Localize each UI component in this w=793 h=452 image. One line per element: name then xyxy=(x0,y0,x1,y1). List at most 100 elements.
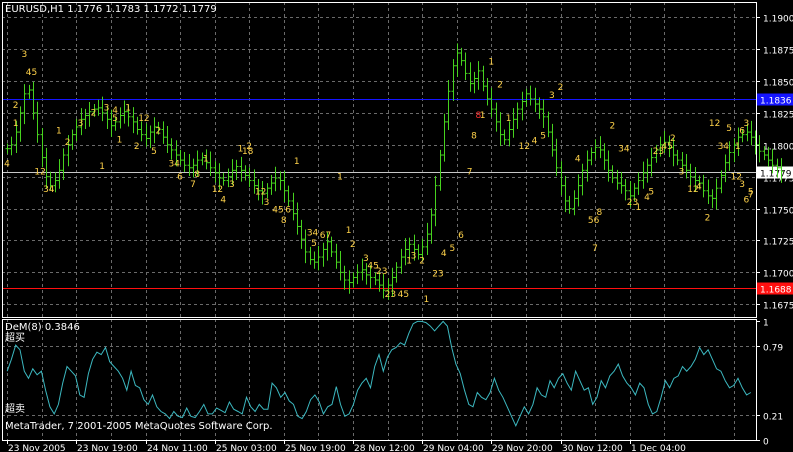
wave-label: 18 xyxy=(242,147,254,157)
wave-label: 3 xyxy=(411,252,417,262)
x-tick-label: 23 Nov 19:00 xyxy=(77,444,138,452)
y-tick-label: 1.1900 xyxy=(763,15,793,25)
x-tick-label: 25 Nov 19:00 xyxy=(285,444,346,452)
wave-label: 45 xyxy=(398,290,409,300)
wave-label: 12 xyxy=(34,167,45,177)
y-tick-label: 1.1700 xyxy=(763,270,793,280)
wave-label: 5 xyxy=(151,147,157,157)
y-tick-label: 1.1850 xyxy=(763,79,793,89)
x-tick-label: 23 Nov 2005 xyxy=(8,444,66,452)
wave-label: 2 xyxy=(419,257,425,267)
blue-level-label: 1.1836 xyxy=(760,97,792,107)
wave-label: 1 xyxy=(294,157,300,167)
x-tick-label: 30 Nov 12:00 xyxy=(562,444,623,452)
background xyxy=(0,0,793,452)
wave-label: 1 xyxy=(506,114,512,124)
wave-label: 12 xyxy=(212,185,223,195)
wave-label: 1 xyxy=(13,119,19,129)
indicator-y-tick-label: 0.79 xyxy=(763,344,783,354)
wave-label: 7 xyxy=(592,244,598,254)
wave-label: 8 xyxy=(597,208,603,218)
wave-label: 2 xyxy=(497,81,503,91)
wave-label: 34 xyxy=(718,142,730,152)
wave-label: 23 xyxy=(376,267,387,277)
wave-label: 23 xyxy=(385,290,396,300)
wave-label: 12 xyxy=(138,114,149,124)
wave-label: 4 xyxy=(441,249,447,259)
wave-label: 2 xyxy=(155,127,161,137)
wave-label: 4 xyxy=(696,183,702,193)
indicator-y-tick-label: 0 xyxy=(763,438,769,448)
wave-label: 5 xyxy=(726,124,732,134)
wave-label: 3 xyxy=(104,104,110,114)
wave-label: 3 xyxy=(744,119,750,129)
indicator-y-tick-label: 1 xyxy=(763,319,769,329)
wave-label: 5 xyxy=(540,132,546,142)
wave-label: 1 xyxy=(346,226,352,236)
wave-label: 1 xyxy=(635,203,641,213)
wave-label: 7 xyxy=(748,190,754,200)
wave-label: 5 xyxy=(648,188,654,198)
wave-label: 4 xyxy=(532,137,538,147)
x-tick-label: 29 Nov 04:00 xyxy=(423,444,484,452)
y-tick-label: 1.1800 xyxy=(763,143,793,153)
wave-label: 12 xyxy=(709,119,720,129)
wave-label: 3 xyxy=(264,198,270,208)
wave-label: 1 xyxy=(424,295,430,305)
wave-label: 8 xyxy=(281,216,287,226)
wave-label: 12 xyxy=(255,188,266,198)
wave-label: 45 xyxy=(272,206,283,216)
wave-label: 34 xyxy=(307,229,319,239)
wave-label: 3 xyxy=(679,167,685,177)
wave-label: 23 xyxy=(432,269,443,279)
wave-label: 2 xyxy=(13,101,19,111)
wave-label: 34 xyxy=(168,160,180,170)
wave-label: 5 xyxy=(311,239,317,249)
oversold-label: 超卖 xyxy=(5,404,25,415)
indicator-y-tick-label: 0.21 xyxy=(763,413,783,423)
x-tick-label: 24 Nov 11:00 xyxy=(147,444,208,452)
wave-label: 5 xyxy=(112,114,118,124)
wave-label: 4 xyxy=(575,155,581,165)
wave-label: 6 xyxy=(177,172,183,182)
wave-label: 2 xyxy=(91,109,97,119)
wave-label: 34 xyxy=(43,185,55,195)
wave-label: 3 xyxy=(549,91,555,101)
y-tick-label: 1.1825 xyxy=(763,111,793,121)
wave-label: 2 xyxy=(134,142,140,152)
wave-label: 8 xyxy=(194,170,200,180)
wave-label: 3 xyxy=(229,180,235,190)
wave-label: 4 xyxy=(4,160,10,170)
x-tick-label: 1 Dec 04:00 xyxy=(631,444,686,452)
x-tick-label: 25 Nov 03:00 xyxy=(216,444,277,452)
copyright-text: MetaTrader, 7 2001-2005 MetaQuotes Softw… xyxy=(5,421,273,432)
chart-canvas[interactable]: 1.19001.18751.18501.18251.18001.17751.17… xyxy=(0,0,793,452)
wave-label: 6 xyxy=(458,231,464,241)
wave-label: 34 xyxy=(618,144,630,154)
overbought-label: 超买 xyxy=(5,333,25,344)
wave-label: 5 xyxy=(450,244,456,254)
wave-label: 3 xyxy=(739,180,745,190)
current-price-label: 1.1779 xyxy=(760,170,792,180)
x-tick-label: 29 Nov 20:00 xyxy=(492,444,553,452)
y-tick-label: 1.1750 xyxy=(763,207,793,217)
wave-label: 4 xyxy=(220,195,226,205)
x-tick-label: 28 Nov 12:00 xyxy=(354,444,415,452)
wave-label: 1 xyxy=(337,172,343,182)
red-level-label: 1.1688 xyxy=(760,286,792,296)
y-tick-label: 1.1875 xyxy=(763,47,793,57)
wave-label: 2 xyxy=(558,83,564,93)
wave-label: 1 xyxy=(56,127,62,137)
wave-label: 2 xyxy=(609,121,615,131)
wave-label: 6 xyxy=(285,206,291,216)
wave-label: 2 xyxy=(65,138,71,148)
wave-label: 1 xyxy=(125,104,131,114)
main-chart-title: EURUSD,H1 1.1776 1.1783 1.1772 1.1779 xyxy=(5,4,217,15)
wave-label: 2 xyxy=(350,240,356,250)
wave-label: 7 xyxy=(467,167,473,177)
y-tick-label: 1.1675 xyxy=(763,302,793,312)
wave-label: 12 xyxy=(519,142,530,152)
y-tick-label: 1.1725 xyxy=(763,238,793,248)
wave-label: 1 xyxy=(203,155,209,165)
wave-label: 7 xyxy=(190,180,196,190)
